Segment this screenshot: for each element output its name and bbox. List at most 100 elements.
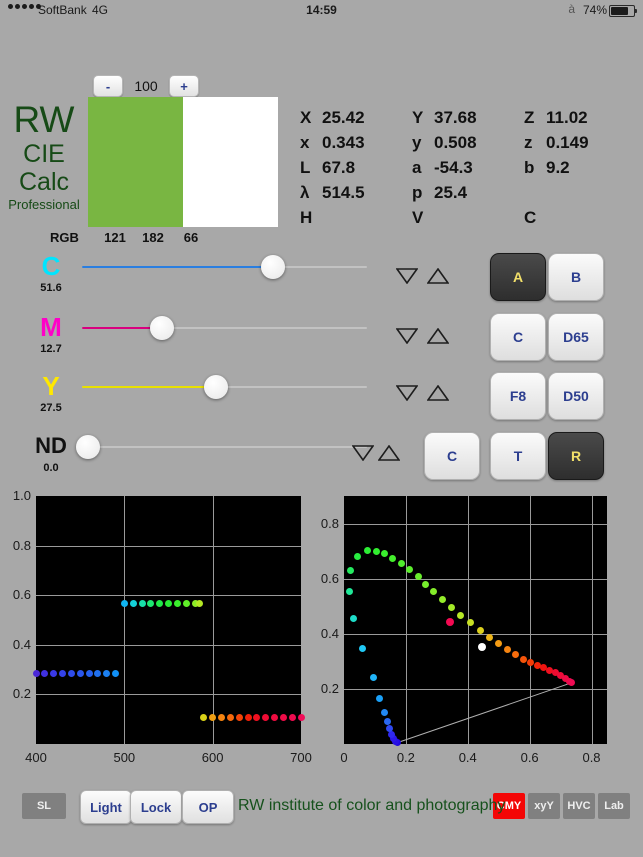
- toolbar-button-sl[interactable]: SL: [22, 793, 66, 819]
- battery-percent-label: 74%: [582, 3, 607, 17]
- slider-decrement-arrow-nd[interactable]: [351, 445, 375, 466]
- readout-cell: b 9.2: [524, 158, 636, 178]
- data-point: [363, 547, 371, 555]
- grid-line-horizontal: [36, 694, 301, 695]
- readout-cell: L 67.8: [300, 158, 412, 178]
- y-tick-label: 0.4: [320, 625, 339, 641]
- slider-track-cyan[interactable]: [82, 255, 367, 279]
- cie-chromaticity-chart: 0 0.2 0.4 0.6 0.8 0.2 0.4 0.6 0.8: [318, 496, 641, 784]
- colorspace-button-lab[interactable]: Lab: [598, 793, 630, 819]
- y-tick-label: 0.2: [320, 680, 339, 696]
- data-point: [218, 714, 225, 722]
- readout-row: L 67.8 a -54.3 b 9.2: [300, 155, 640, 180]
- bluetooth-icon: à: [568, 2, 575, 16]
- logo-line-rw: RW: [13, 99, 75, 140]
- illuminant-button-d50[interactable]: D50: [548, 372, 604, 420]
- readout-key: λ: [300, 182, 310, 202]
- y-tick-label: 0.8: [12, 537, 31, 553]
- slider-increment-arrow-yellow[interactable]: [426, 384, 450, 406]
- data-point: [262, 714, 270, 722]
- readout-value: [546, 208, 636, 228]
- slider-increment-arrow-nd[interactable]: [377, 444, 401, 466]
- color-swatch[interactable]: [88, 97, 278, 227]
- readout-cell: X 25.42: [300, 108, 412, 128]
- data-point: [244, 714, 252, 722]
- logo-line-cie: CIE: [23, 140, 65, 168]
- brand-label: RW institute of color and photography: [238, 797, 506, 814]
- data-point: [85, 669, 93, 677]
- mode-button-c[interactable]: C: [424, 432, 480, 480]
- logo-line-calc: Calc: [18, 168, 69, 196]
- readout-cell: x 0.343: [300, 133, 412, 153]
- data-point: [138, 600, 146, 608]
- data-point: [165, 600, 172, 608]
- grid-line-horizontal: [36, 595, 301, 596]
- slider-decrement-arrow-cyan[interactable]: [395, 268, 419, 289]
- slider-label-yellow: Y: [42, 371, 60, 401]
- colorspace-button-xyy[interactable]: xyY: [528, 793, 560, 819]
- data-point: [297, 714, 305, 722]
- sample-point: [446, 617, 455, 626]
- illuminant-button-c[interactable]: C: [490, 313, 546, 361]
- data-point: [32, 669, 40, 677]
- stepper-minus-button[interactable]: -: [93, 75, 123, 97]
- data-point: [519, 655, 527, 663]
- illuminant-button-f8[interactable]: F8: [490, 372, 546, 420]
- toolbar-button-light[interactable]: Light: [80, 790, 132, 824]
- y-tick-label: 0.2: [12, 686, 31, 702]
- colorspace-button-hvc[interactable]: HVC: [563, 793, 595, 819]
- data-point: [226, 714, 234, 722]
- slider-track-yellow[interactable]: [82, 375, 367, 399]
- readout-cell: z 0.149: [524, 133, 636, 153]
- readout-cell: Z 11.02: [524, 108, 636, 128]
- rgb-green-value: 182: [142, 230, 164, 245]
- readout-key: V: [412, 207, 424, 227]
- readout-value: 0.508: [434, 132, 477, 152]
- slider-knob-nd[interactable]: [75, 435, 100, 459]
- slider-knob-yellow[interactable]: [203, 375, 228, 399]
- slider-row-cyan: C 51.6: [0, 252, 643, 314]
- data-point: [76, 669, 84, 677]
- mode-button-r[interactable]: R: [548, 432, 604, 480]
- readout-key: X: [300, 107, 312, 127]
- illuminant-button-b[interactable]: B: [548, 253, 604, 301]
- readout-cell: V: [412, 208, 524, 228]
- data-point: [279, 714, 287, 722]
- slider-row-magenta: M 12.7: [0, 313, 643, 375]
- y-tick-label: 0.4: [12, 636, 31, 652]
- brightness-stepper[interactable]: - 100 +: [93, 75, 199, 97]
- stepper-plus-button[interactable]: +: [169, 75, 199, 97]
- readout-value: 67.8: [322, 157, 356, 177]
- app-logo: RW CIE Calc Professional: [0, 100, 88, 214]
- data-point: [209, 714, 217, 722]
- status-bar: SoftBank 4G 14:59 à 74%: [0, 0, 643, 20]
- slider-decrement-arrow-yellow[interactable]: [395, 385, 419, 406]
- slider-knob-magenta[interactable]: [149, 316, 174, 340]
- slider-decrement-arrow-magenta[interactable]: [395, 328, 419, 349]
- plot-area: [32, 496, 305, 744]
- slider-increment-arrow-magenta[interactable]: [426, 327, 450, 349]
- slider-track-nd[interactable]: [75, 435, 367, 459]
- mode-button-t[interactable]: T: [490, 432, 546, 480]
- slider-knob-cyan[interactable]: [260, 255, 285, 279]
- illuminant-button-a[interactable]: A: [490, 253, 546, 301]
- swatch-reference-color[interactable]: [183, 97, 278, 227]
- slider-increment-arrow-cyan[interactable]: [426, 267, 450, 289]
- grid-line-horizontal: [36, 645, 301, 646]
- x-tick-label: 0.4: [458, 750, 477, 765]
- readout-key: C: [524, 207, 537, 227]
- data-point: [182, 600, 190, 608]
- rgb-red-value: 121: [104, 230, 126, 245]
- illuminant-button-d65[interactable]: D65: [548, 313, 604, 361]
- toolbar-button-lock[interactable]: Lock: [130, 790, 182, 824]
- swatch-sample-color[interactable]: [88, 97, 183, 227]
- data-point: [50, 669, 58, 677]
- data-point: [173, 600, 181, 608]
- x-tick-label: 600: [201, 750, 224, 765]
- slider-row-yellow: Y 27.5: [0, 372, 643, 434]
- data-point: [120, 600, 128, 608]
- y-tick-label: 0.6: [12, 587, 31, 603]
- toolbar-button-op[interactable]: OP: [182, 790, 234, 824]
- readout-cell: y 0.508: [412, 133, 524, 153]
- slider-track-magenta[interactable]: [82, 316, 367, 340]
